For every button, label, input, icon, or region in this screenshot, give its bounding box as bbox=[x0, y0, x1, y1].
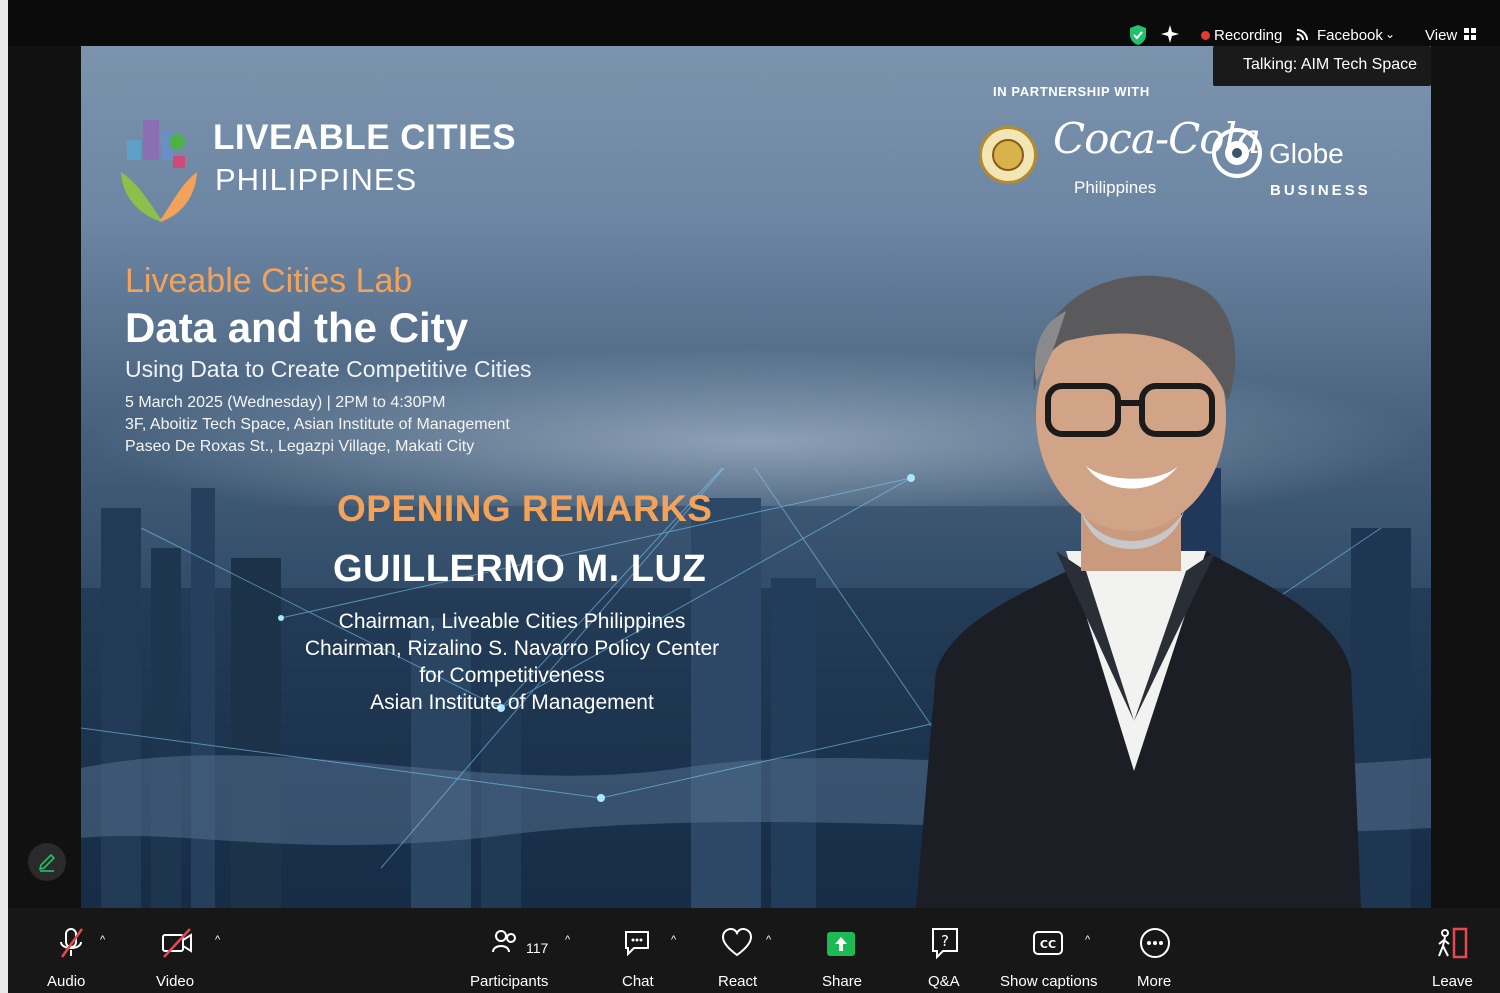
more-label: More bbox=[1137, 973, 1172, 990]
show-captions-button[interactable]: CC Show captions bbox=[998, 918, 1098, 990]
question-answer-icon: ? bbox=[932, 928, 958, 960]
lab-title: Liveable Cities Lab bbox=[125, 262, 413, 300]
share-label: Share bbox=[822, 973, 863, 990]
video-button[interactable]: Video bbox=[148, 918, 208, 990]
recording-indicator-icon bbox=[1201, 31, 1210, 40]
live-stream-icon bbox=[1296, 29, 1308, 41]
chat-options-caret-icon[interactable]: ^ bbox=[671, 934, 676, 946]
event-venue: 3F, Aboitiz Tech Space, Asian Institute … bbox=[125, 416, 510, 433]
org-name-line2: PHILIPPINES bbox=[215, 162, 418, 197]
org-name-line1: LIVEABLE CITIES bbox=[213, 118, 517, 157]
grid-view-icon[interactable] bbox=[1463, 27, 1477, 41]
audio-options-caret-icon[interactable]: ^ bbox=[100, 934, 105, 946]
share-screen-icon bbox=[827, 932, 855, 956]
react-label: React bbox=[718, 973, 758, 990]
event-date: 5 March 2025 (Wednesday) | 2PM to 4:30PM bbox=[125, 394, 446, 411]
captions-options-caret-icon[interactable]: ^ bbox=[1085, 934, 1090, 946]
meeting-toolbar: Audio ^ Video ^ 117 Participants ^ Chat … bbox=[8, 908, 1500, 993]
org-logo: LIVEABLE CITIES PHILIPPINES bbox=[113, 112, 517, 232]
captions-label: Show captions bbox=[1000, 973, 1098, 990]
leave-door-icon bbox=[1438, 927, 1468, 959]
event-address: Paseo De Roxas St., Legazpi Village, Mak… bbox=[125, 438, 475, 455]
heart-react-icon bbox=[721, 927, 753, 957]
speaker-portrait bbox=[916, 275, 1361, 908]
video-label: Video bbox=[156, 973, 195, 990]
more-button[interactable]: More bbox=[1132, 918, 1178, 990]
chat-bubble-icon bbox=[625, 931, 649, 957]
partnership-label: IN PARTNERSHIP WITH bbox=[993, 84, 1150, 99]
speaker-name: GUILLERMO M. LUZ bbox=[333, 548, 707, 590]
window-edge bbox=[0, 0, 8, 993]
speaker-role: Asian Institute of Management bbox=[370, 691, 654, 714]
coca-cola-subtitle: Philippines bbox=[1074, 178, 1157, 197]
share-button[interactable]: Share bbox=[816, 918, 866, 990]
audio-label: Audio bbox=[47, 973, 86, 990]
leave-label: Leave bbox=[1432, 973, 1473, 990]
speaker-role: for Competitiveness bbox=[419, 664, 605, 687]
participants-icon bbox=[492, 930, 516, 953]
ai-companion-sparkle-icon[interactable] bbox=[1160, 24, 1180, 44]
talking-label: Talking: AIM Tech Space bbox=[1243, 56, 1418, 73]
event-subtitle: Using Data to Create Competitive Cities bbox=[125, 356, 532, 382]
event-title: Data and the City bbox=[125, 304, 469, 351]
participants-button[interactable]: 117 Participants bbox=[468, 918, 558, 990]
chat-label: Chat bbox=[622, 973, 654, 990]
recording-label[interactable]: Recording bbox=[1214, 27, 1282, 44]
government-seal-logo bbox=[979, 126, 1037, 184]
svg-text:?: ? bbox=[941, 932, 949, 950]
globe-logo-text: Globe bbox=[1269, 138, 1344, 169]
chevron-down-icon[interactable]: ⌄ bbox=[1385, 27, 1395, 41]
more-options-icon bbox=[1140, 928, 1170, 958]
chat-button[interactable]: Chat bbox=[614, 918, 664, 990]
livestream-facebook-button[interactable]: Facebook bbox=[1317, 27, 1383, 44]
qa-label: Q&A bbox=[928, 973, 960, 990]
leave-button[interactable]: Leave bbox=[1426, 918, 1476, 990]
svg-text:CC: CC bbox=[1040, 938, 1056, 951]
video-options-caret-icon[interactable]: ^ bbox=[215, 934, 220, 946]
speaker-role: Chairman, Rizalino S. Navarro Policy Cen… bbox=[304, 637, 720, 660]
annotate-button[interactable] bbox=[28, 843, 66, 881]
video-off-icon bbox=[162, 928, 192, 958]
shared-screen: LIVEABLE CITIES PHILIPPINES IN PARTNERSH… bbox=[81, 46, 1431, 908]
security-shield-icon[interactable] bbox=[1128, 24, 1148, 46]
participants-label: Participants bbox=[470, 973, 549, 990]
participant-count: 117 bbox=[526, 940, 549, 956]
meeting-window: LIVEABLE CITIES PHILIPPINES IN PARTNERSH… bbox=[0, 0, 1500, 993]
section-label: OPENING REMARKS bbox=[337, 488, 713, 529]
microphone-muted-icon bbox=[60, 928, 84, 958]
react-button[interactable]: React bbox=[712, 918, 762, 990]
closed-captions-icon: CC bbox=[1033, 931, 1063, 955]
participants-options-caret-icon[interactable]: ^ bbox=[565, 934, 570, 946]
view-button[interactable]: View bbox=[1425, 27, 1457, 44]
liveable-cities-logo-icon bbox=[121, 120, 197, 222]
qa-button[interactable]: ? Q&A bbox=[922, 918, 968, 990]
seal-emblem-icon bbox=[992, 139, 1024, 171]
audio-button[interactable]: Audio bbox=[42, 918, 102, 990]
speaker-role: Chairman, Liveable Cities Philippines bbox=[338, 610, 686, 633]
pencil-icon bbox=[38, 853, 56, 872]
globe-business-text: BUSINESS bbox=[1270, 182, 1371, 199]
talking-indicator: Talking: AIM Tech Space bbox=[1213, 46, 1431, 86]
globe-logo-icon bbox=[1212, 128, 1262, 178]
react-options-caret-icon[interactable]: ^ bbox=[766, 934, 771, 946]
